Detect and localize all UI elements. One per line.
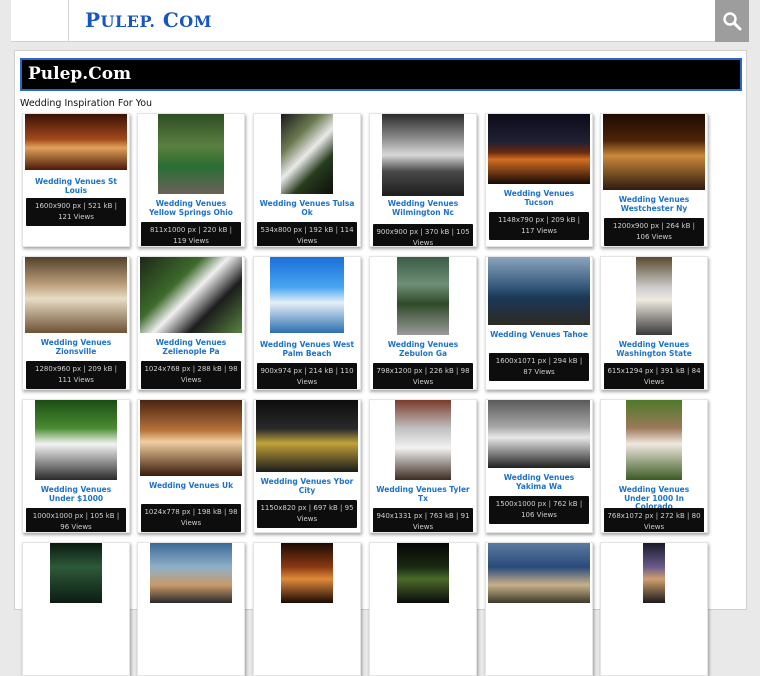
card-title-link[interactable]: Wedding Venues Washington State — [605, 340, 703, 358]
image-card[interactable] — [137, 542, 245, 676]
card-title-link[interactable]: Wedding Venues Tahoe — [490, 330, 588, 340]
card-meta-info: 1150x820 px | 697 kB | 95 Views — [257, 500, 357, 528]
wedding-venue-thumbnail[interactable] — [488, 257, 590, 325]
card-meta-info: 1600x1071 px | 294 kB | 87 Views — [489, 353, 589, 381]
wedding-venue-thumbnail[interactable] — [488, 543, 590, 603]
image-card[interactable]: Wedding Venues Under 1000 In Colorado 768… — [600, 399, 708, 533]
image-card[interactable]: Wedding Venues Zionsville 1280x960 px | 2… — [22, 256, 130, 390]
wedding-venue-thumbnail[interactable] — [603, 114, 705, 190]
image-card[interactable]: Wedding Venues Wilmington Nc 900x900 px |… — [369, 113, 477, 247]
image-card[interactable]: Wedding Venues Tulsa Ok 534x800 px | 192 … — [253, 113, 361, 247]
image-card[interactable]: Wedding Venues Tucson 1148x790 px | 209 k… — [485, 113, 593, 247]
wedding-venue-thumbnail[interactable] — [35, 400, 117, 480]
wedding-venue-thumbnail[interactable] — [395, 400, 451, 480]
image-card[interactable]: Wedding Venues Zelienople Pa 1024x768 px … — [137, 256, 245, 390]
image-card[interactable]: Wedding Venues Under $1000 1000x1000 px |… — [22, 399, 130, 533]
wedding-venue-thumbnail[interactable] — [636, 257, 672, 335]
wedding-venue-thumbnail[interactable] — [643, 543, 665, 603]
card-title-link[interactable]: Wedding Venues Yakima Wa — [490, 473, 588, 491]
card-title-link[interactable]: Wedding Venues Ybor City — [258, 477, 356, 495]
wedding-venue-thumbnail[interactable] — [25, 114, 127, 170]
card-title-link[interactable]: Wedding Venues Westchester Ny — [605, 195, 703, 213]
card-meta-info: 811x1000 px | 220 kB | 119 Views — [141, 222, 241, 246]
card-title-link[interactable]: Wedding Venues West Palm Beach — [258, 340, 356, 358]
wedding-venue-thumbnail[interactable] — [488, 400, 590, 468]
wedding-venue-thumbnail[interactable] — [488, 114, 590, 184]
wedding-venue-thumbnail[interactable] — [140, 257, 242, 333]
card-title-link[interactable]: Wedding Venues Zelienople Pa — [142, 338, 240, 356]
image-card[interactable]: Wedding Venues Ybor City 1150x820 px | 69… — [253, 399, 361, 533]
image-card[interactable] — [369, 542, 477, 676]
wedding-venue-thumbnail[interactable] — [25, 257, 127, 333]
wedding-venue-thumbnail[interactable] — [158, 114, 224, 194]
wedding-venue-thumbnail[interactable] — [397, 543, 449, 603]
image-card[interactable]: Wedding Venues Yakima Wa 1500x1000 px | 7… — [485, 399, 593, 533]
banner-title: Pulep.Com — [28, 64, 132, 84]
card-title-link[interactable]: Wedding Venues Under $1000 — [27, 485, 125, 503]
card-title-link[interactable]: Wedding Venues Tucson — [490, 189, 588, 207]
card-meta-info: 798x1200 px | 226 kB | 98 Views — [373, 363, 473, 389]
card-title-link[interactable]: Wedding Venues Wilmington Nc — [374, 199, 472, 217]
card-meta-info: 1600x900 px | 521 kB | 121 Views — [26, 198, 126, 226]
card-title-link[interactable]: Wedding Venues Tyler Tx — [374, 485, 472, 503]
wedding-venue-thumbnail[interactable] — [270, 257, 344, 333]
image-card[interactable] — [22, 542, 130, 676]
image-card[interactable]: Wedding Venues Washington State 615x1294 … — [600, 256, 708, 390]
card-meta-info: 1148x790 px | 209 kB | 117 Views — [489, 212, 589, 240]
image-card[interactable]: Wedding Venues West Palm Beach 900x974 px… — [253, 256, 361, 390]
image-card[interactable] — [485, 542, 593, 676]
site-logo[interactable]: PULEP. COM — [85, 8, 212, 32]
card-title-link[interactable]: Wedding Venues Yellow Springs Ohio — [142, 199, 240, 217]
card-meta-info: 1200x900 px | 264 kB | 106 Views — [604, 218, 704, 246]
card-meta-info: 1024x768 px | 288 kB | 98 Views — [141, 361, 241, 389]
card-meta-info: 1024x778 px | 198 kB | 98 Views — [141, 504, 241, 532]
card-meta-info: 900x900 px | 370 kB | 105 Views — [373, 224, 473, 246]
image-card[interactable]: Wedding Venues St Louis 1600x900 px | 521… — [22, 113, 130, 247]
image-card[interactable] — [600, 542, 708, 676]
wedding-venue-thumbnail[interactable] — [50, 543, 102, 603]
image-card[interactable] — [253, 542, 361, 676]
card-meta-info: 615x1294 px | 391 kB | 84 Views — [604, 363, 704, 389]
site-banner: Pulep.Com — [20, 58, 742, 91]
image-card[interactable]: Wedding Venues Uk 1024x778 px | 198 kB | … — [137, 399, 245, 533]
card-meta-info: 1000x1000 px | 105 kB | 96 Views — [26, 508, 126, 532]
search-button[interactable] — [715, 0, 749, 42]
card-meta-info: 940x1331 px | 763 kB | 91 Views — [373, 508, 473, 532]
wedding-venue-thumbnail[interactable] — [150, 543, 232, 603]
image-card[interactable]: Wedding Venues Tyler Tx 940x1331 px | 763… — [369, 399, 477, 533]
image-card[interactable]: Wedding Venues Zebulon Ga 798x1200 px | 2… — [369, 256, 477, 390]
image-card[interactable]: Wedding Venues Yellow Springs Ohio 811x10… — [137, 113, 245, 247]
image-card[interactable]: Wedding Venues Westchester Ny 1200x900 px… — [600, 113, 708, 247]
card-title-link[interactable]: Wedding Venues Uk — [142, 481, 240, 491]
wedding-venue-thumbnail[interactable] — [281, 114, 333, 194]
section-subtitle: Wedding Inspiration For You — [20, 98, 153, 109]
card-title-link[interactable]: Wedding Venues Zionsville — [27, 338, 125, 356]
search-icon — [723, 12, 742, 31]
card-title-link[interactable]: Wedding Venues St Louis — [27, 177, 125, 195]
wedding-venue-thumbnail[interactable] — [281, 543, 333, 603]
wedding-venue-thumbnail[interactable] — [626, 400, 682, 480]
image-card[interactable]: Wedding Venues Tahoe 1600x1071 px | 294 k… — [485, 256, 593, 390]
card-title-link[interactable]: Wedding Venues Tulsa Ok — [258, 199, 356, 217]
menu-cell[interactable] — [11, 0, 69, 42]
card-meta-info: 1280x960 px | 209 kB | 111 Views — [26, 361, 126, 389]
card-meta-info: 534x800 px | 192 kB | 114 Views — [257, 222, 357, 246]
wedding-venue-thumbnail[interactable] — [382, 114, 464, 196]
top-bar: PULEP. COM — [11, 0, 749, 42]
wedding-venue-thumbnail[interactable] — [397, 257, 449, 335]
wedding-venue-thumbnail[interactable] — [140, 400, 242, 476]
card-title-link[interactable]: Wedding Venues Zebulon Ga — [374, 340, 472, 358]
card-meta-info: 768x1072 px | 272 kB | 80 Views — [604, 508, 704, 532]
wedding-venue-thumbnail[interactable] — [256, 400, 358, 472]
card-meta-info: 1500x1000 px | 762 kB | 106 Views — [489, 496, 589, 524]
card-meta-info: 900x974 px | 214 kB | 110 Views — [257, 363, 357, 389]
main-content: Pulep.Com Wedding Inspiration For You We… — [14, 50, 747, 676]
